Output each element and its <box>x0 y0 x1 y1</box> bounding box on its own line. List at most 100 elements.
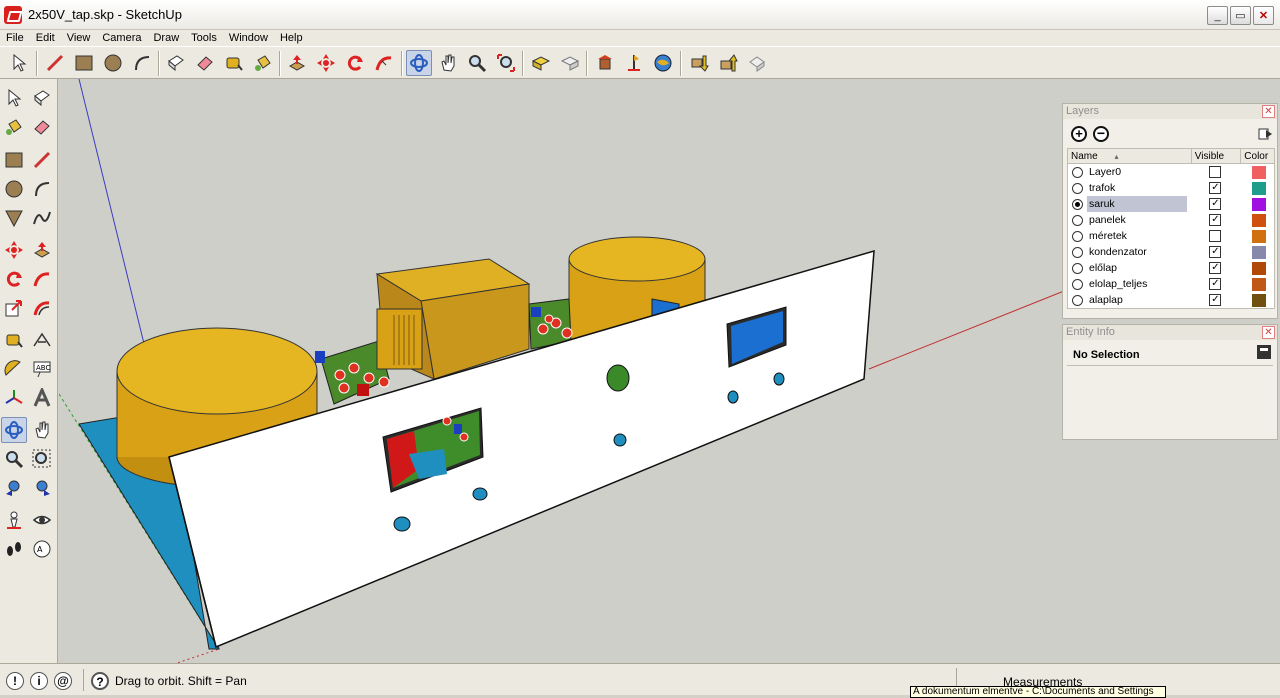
paint-bucket-icon[interactable] <box>250 50 276 76</box>
arc-icon[interactable] <box>129 50 155 76</box>
close-icon[interactable]: ✕ <box>1262 326 1275 339</box>
visible-checkbox[interactable]: ✓ <box>1209 278 1222 290</box>
axes-icon[interactable] <box>1 385 27 411</box>
rectangle-icon[interactable] <box>1 147 27 173</box>
maximize-button[interactable]: ▭ <box>1230 6 1251 25</box>
visible-checkbox[interactable]: ✓ <box>1209 214 1222 226</box>
layer-row[interactable]: alaplap ✓ <box>1068 292 1274 308</box>
rectangle-icon[interactable] <box>71 50 97 76</box>
layer-name[interactable]: Layer0 <box>1087 164 1187 180</box>
eraser-icon[interactable] <box>192 50 218 76</box>
push-pull-icon[interactable] <box>29 237 55 263</box>
active-layer-radio[interactable] <box>1072 278 1083 290</box>
visible-checkbox[interactable]: ✓ <box>1209 294 1222 306</box>
toggle-terrain-icon[interactable] <box>621 50 647 76</box>
menu-view[interactable]: View <box>61 32 97 44</box>
layer-color-swatch[interactable] <box>1251 261 1266 275</box>
layer-color-swatch[interactable] <box>1251 213 1266 227</box>
pan-icon[interactable] <box>435 50 461 76</box>
layer-name[interactable]: trafok <box>1087 180 1187 196</box>
geo-location-icon[interactable]: ! <box>6 672 24 690</box>
get-models-icon[interactable] <box>528 50 554 76</box>
zoom-window-icon[interactable] <box>29 446 55 472</box>
pan-icon[interactable] <box>29 417 55 443</box>
active-layer-radio[interactable] <box>1072 230 1083 242</box>
section-plane-icon[interactable]: A <box>29 536 55 562</box>
tape-measure-icon[interactable] <box>1 327 27 353</box>
menu-draw[interactable]: Draw <box>147 32 185 44</box>
active-layer-radio[interactable] <box>1072 166 1083 178</box>
look-around-icon[interactable] <box>29 507 55 533</box>
paint-bucket-icon[interactable] <box>1 114 27 140</box>
share-component-icon[interactable] <box>715 50 741 76</box>
get-components-icon[interactable] <box>686 50 712 76</box>
column-visible[interactable]: Visible <box>1192 149 1242 163</box>
layer-name[interactable]: méretek <box>1087 228 1187 244</box>
select-icon[interactable] <box>6 50 32 76</box>
line-icon[interactable] <box>29 147 55 173</box>
visible-checkbox[interactable] <box>1209 166 1222 178</box>
3d-text-icon[interactable] <box>29 385 55 411</box>
walk-icon[interactable] <box>1 536 27 562</box>
arc-icon[interactable] <box>29 176 55 202</box>
position-camera-icon[interactable] <box>1 507 27 533</box>
layer-name[interactable]: előlap <box>1087 260 1187 276</box>
layer-color-swatch[interactable] <box>1251 181 1266 195</box>
zoom-extents-icon[interactable] <box>493 50 519 76</box>
google-earth-icon[interactable] <box>650 50 676 76</box>
pencil-icon[interactable] <box>42 50 68 76</box>
layer-color-swatch[interactable] <box>1251 197 1266 211</box>
layer-color-swatch[interactable] <box>1251 245 1266 259</box>
move-icon[interactable] <box>1 237 27 263</box>
follow-me-icon[interactable] <box>29 266 55 292</box>
help-icon[interactable]: ? <box>91 672 109 690</box>
column-name[interactable]: Name ▴ <box>1068 149 1192 163</box>
delete-layer-button[interactable]: − <box>1093 126 1109 142</box>
select-icon[interactable] <box>1 85 27 111</box>
layer-row[interactable]: elolap_teljes ✓ <box>1068 276 1274 292</box>
collapse-icon[interactable] <box>1257 345 1271 359</box>
rotate-icon[interactable] <box>1 266 27 292</box>
polygon-icon[interactable] <box>1 205 27 231</box>
circle-icon[interactable] <box>100 50 126 76</box>
offset-icon[interactable] <box>29 295 55 321</box>
move-icon[interactable] <box>313 50 339 76</box>
layer-row[interactable]: előlap ✓ <box>1068 260 1274 276</box>
layer-row[interactable]: Layer0 <box>1068 164 1274 180</box>
menu-file[interactable]: File <box>0 32 30 44</box>
close-icon[interactable]: ✕ <box>1262 105 1275 118</box>
layer-name[interactable]: elolap_teljes <box>1087 276 1187 292</box>
orbit-icon[interactable] <box>1 417 27 443</box>
visible-checkbox[interactable]: ✓ <box>1209 182 1222 194</box>
menu-edit[interactable]: Edit <box>30 32 61 44</box>
menu-camera[interactable]: Camera <box>96 32 147 44</box>
layer-name[interactable]: alaplap <box>1087 292 1187 308</box>
zoom-icon[interactable] <box>464 50 490 76</box>
layer-row[interactable]: kondenzator ✓ <box>1068 244 1274 260</box>
column-color[interactable]: Color <box>1241 149 1274 163</box>
active-layer-radio[interactable] <box>1072 246 1083 258</box>
details-arrow-icon[interactable] <box>1257 126 1273 142</box>
layer-color-swatch[interactable] <box>1251 165 1266 179</box>
active-layer-radio[interactable] <box>1072 262 1083 274</box>
active-layer-radio[interactable] <box>1072 294 1083 306</box>
add-layer-button[interactable]: + <box>1071 126 1087 142</box>
visible-checkbox[interactable] <box>1209 230 1222 242</box>
credits-icon[interactable]: i <box>30 672 48 690</box>
active-layer-radio[interactable] <box>1072 182 1083 194</box>
follow-me-icon[interactable] <box>371 50 397 76</box>
orbit-icon[interactable] <box>406 50 432 76</box>
visible-checkbox[interactable]: ✓ <box>1209 262 1222 274</box>
layer-color-swatch[interactable] <box>1251 277 1266 291</box>
layer-color-swatch[interactable] <box>1251 229 1266 243</box>
layer-name[interactable]: kondenzator <box>1087 244 1187 260</box>
freehand-icon[interactable] <box>29 205 55 231</box>
visible-checkbox[interactable]: ✓ <box>1209 246 1222 258</box>
tape-measure-icon[interactable] <box>221 50 247 76</box>
layer-row[interactable]: saruk ✓ <box>1068 196 1274 212</box>
menu-help[interactable]: Help <box>274 32 309 44</box>
close-button[interactable]: ✕ <box>1253 6 1274 25</box>
share-model-icon[interactable] <box>557 50 583 76</box>
text-icon[interactable]: ABC <box>29 356 55 382</box>
menu-window[interactable]: Window <box>223 32 274 44</box>
